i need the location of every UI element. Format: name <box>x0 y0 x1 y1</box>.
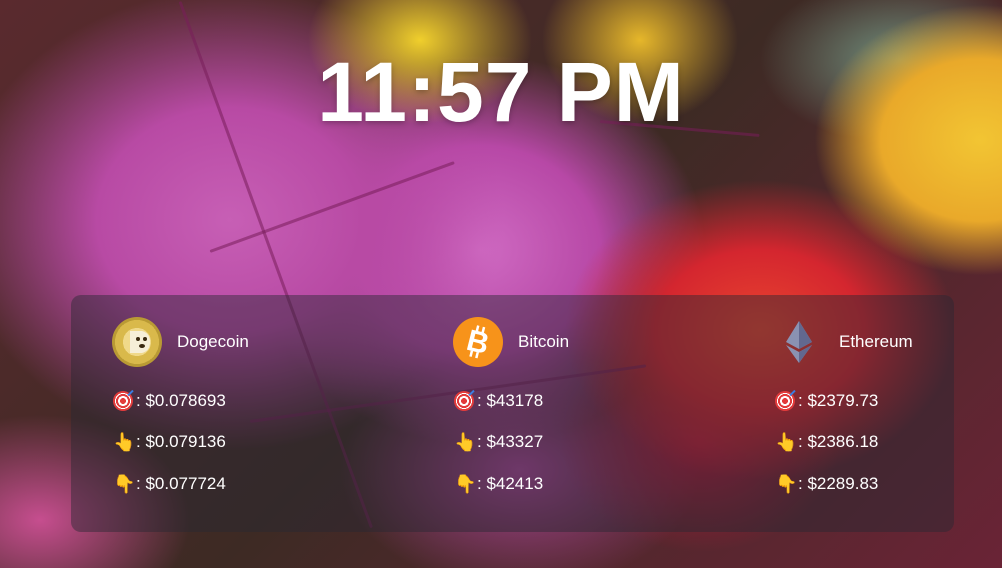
dogecoin-logo-icon <box>112 317 162 367</box>
pointing-down-icon: 👇 <box>113 474 136 494</box>
high-price-row: 👆 : $2386.18 <box>775 432 878 452</box>
low-price-row: 👇 : $2289.83 <box>775 474 878 494</box>
low-price-row: 👇 : $0.077724 <box>113 474 226 494</box>
pointing-up-icon: 👆 <box>454 432 477 452</box>
coin-header: B Bitcoin <box>453 317 569 367</box>
target-icon <box>775 391 795 411</box>
current-price-row: : $2379.73 <box>775 391 878 411</box>
current-price-row: : $43178 <box>454 391 543 411</box>
high-price: : $2386.18 <box>798 432 879 451</box>
current-price-row: : $0.078693 <box>113 391 226 411</box>
low-price-row: 👇 : $42413 <box>454 474 543 494</box>
current-price: : $43178 <box>477 391 544 410</box>
coin-card-bitcoin: B Bitcoin : $43178 👆 : $43327 👇 : $42413 <box>412 295 672 532</box>
current-price: : $0.078693 <box>136 391 226 410</box>
pointing-up-icon: 👆 <box>775 432 798 452</box>
crypto-prices-panel: Dogecoin : $0.078693 👆 : $0.079136 👇 : $… <box>71 295 954 532</box>
coin-name: Dogecoin <box>177 332 249 351</box>
ethereum-logo-icon <box>774 317 824 367</box>
coin-header: Ethereum <box>774 317 913 367</box>
low-price: : $0.077724 <box>136 474 226 493</box>
high-price-row: 👆 : $43327 <box>454 432 543 452</box>
high-price: : $43327 <box>477 432 544 451</box>
target-icon <box>113 391 133 411</box>
pointing-up-icon: 👆 <box>113 432 136 452</box>
current-price: : $2379.73 <box>798 391 879 410</box>
low-price: : $2289.83 <box>798 474 879 493</box>
coin-card-dogecoin: Dogecoin : $0.078693 👆 : $0.079136 👇 : $… <box>71 295 331 532</box>
pointing-down-icon: 👇 <box>454 474 477 494</box>
coin-card-ethereum: Ethereum : $2379.73 👆 : $2386.18 👇 : $22… <box>733 295 993 532</box>
high-price-row: 👆 : $0.079136 <box>113 432 226 452</box>
coin-header: Dogecoin <box>112 317 249 367</box>
coin-name: Bitcoin <box>518 332 570 351</box>
high-price: : $0.079136 <box>136 432 226 451</box>
pointing-down-icon: 👇 <box>775 474 798 494</box>
low-price: : $42413 <box>477 474 544 493</box>
coin-name: Ethereum <box>839 332 913 351</box>
target-icon <box>454 391 474 411</box>
bitcoin-logo-icon: B <box>453 317 503 367</box>
clock-time: 11:57 PM <box>317 45 685 139</box>
